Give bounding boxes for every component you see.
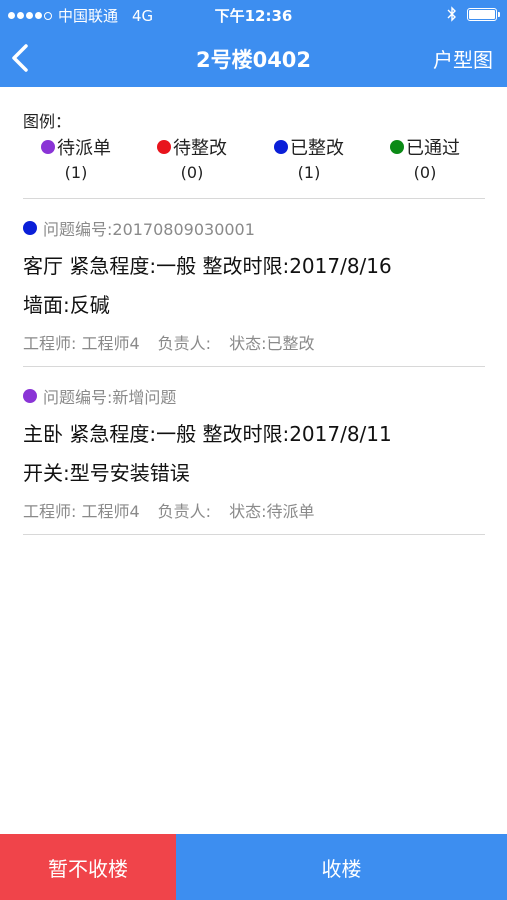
issue-location-info: 客厅 紧急程度:一般 整改时限:2017/8/16 — [23, 254, 392, 278]
issue-meta: 工程师: 工程师4 负责人: 状态:待派单 — [23, 498, 485, 522]
defer-handover-button[interactable]: 暂不收楼 — [0, 834, 176, 900]
issue-id-row: 问题编号:20170809030001 — [23, 216, 485, 240]
legend-item-passed: 已通过 (0) — [380, 134, 470, 182]
status-dot-icon — [23, 221, 37, 235]
divider — [23, 534, 485, 535]
issue-card[interactable]: 问题编号:20170809030001 客厅 紧急程度:一般 整改时限:2017… — [23, 216, 485, 354]
battery-icon — [467, 7, 500, 21]
issue-description: 开关:型号安装错误 — [23, 461, 190, 485]
issue-card[interactable]: 问题编号:新增问题 主卧 紧急程度:一般 整改时限:2017/8/11 开关:型… — [23, 384, 485, 522]
issue-engineer: 工程师: 工程师4 — [23, 334, 140, 353]
legend-item-pending-dispatch: 待派单 (1) — [31, 134, 121, 182]
green-dot-icon — [390, 140, 404, 154]
legend-item-label: 已整改 — [290, 138, 344, 159]
legend-item-pending-rectify: 待整改 (0) — [147, 134, 237, 182]
status-bar: 中国联通 4G 下午12:36 — [0, 0, 507, 30]
divider — [23, 366, 485, 367]
bluetooth-icon — [447, 6, 456, 22]
status-dot-icon — [23, 389, 37, 403]
page-title: 2号楼0402 — [195, 48, 312, 72]
legend-items: 待派单 (1) 待整改 (0) 已整改 (1) 已通过 (0) — [23, 134, 485, 182]
issue-description: 墙面:反碱 — [23, 293, 110, 317]
issue-status: 状态:已整改 — [229, 334, 315, 353]
legend-title: 图例： — [23, 112, 72, 131]
issue-location-info: 主卧 紧急程度:一般 整改时限:2017/8/11 — [23, 422, 392, 446]
nav-bar: 2号楼0402 户型图 — [0, 30, 507, 87]
issue-owner: 负责人: — [157, 502, 212, 521]
legend-item-count: (0) — [413, 163, 437, 182]
legend-item-count: (0) — [180, 163, 204, 182]
issue-id-row: 问题编号:新增问题 — [23, 384, 485, 408]
issue-engineer: 工程师: 工程师4 — [23, 502, 140, 521]
legend-item-label: 待派单 — [57, 138, 111, 159]
status-right — [447, 6, 500, 22]
legend: 图例： 待派单 (1) 待整改 (0) 已整改 (1) 已通过 (0) — [23, 108, 485, 182]
purple-dot-icon — [41, 140, 55, 154]
accept-handover-button[interactable]: 收楼 — [176, 834, 507, 900]
legend-item-count: (1) — [297, 163, 321, 182]
floor-plan-button[interactable]: 户型图 — [433, 44, 493, 73]
legend-item-label: 已通过 — [406, 138, 460, 159]
divider — [23, 198, 485, 199]
legend-item-count: (1) — [64, 163, 88, 182]
issue-id: 问题编号:20170809030001 — [43, 220, 255, 239]
issue-meta: 工程师: 工程师4 负责人: 状态:已整改 — [23, 330, 485, 354]
issue-status: 状态:待派单 — [229, 502, 315, 521]
legend-item-label: 待整改 — [173, 138, 227, 159]
issue-owner: 负责人: — [157, 334, 212, 353]
legend-item-rectified: 已整改 (1) — [264, 134, 354, 182]
issue-id: 问题编号:新增问题 — [43, 388, 177, 407]
blue-dot-icon — [274, 140, 288, 154]
status-time: 下午12:36 — [214, 7, 293, 25]
red-dot-icon — [157, 140, 171, 154]
